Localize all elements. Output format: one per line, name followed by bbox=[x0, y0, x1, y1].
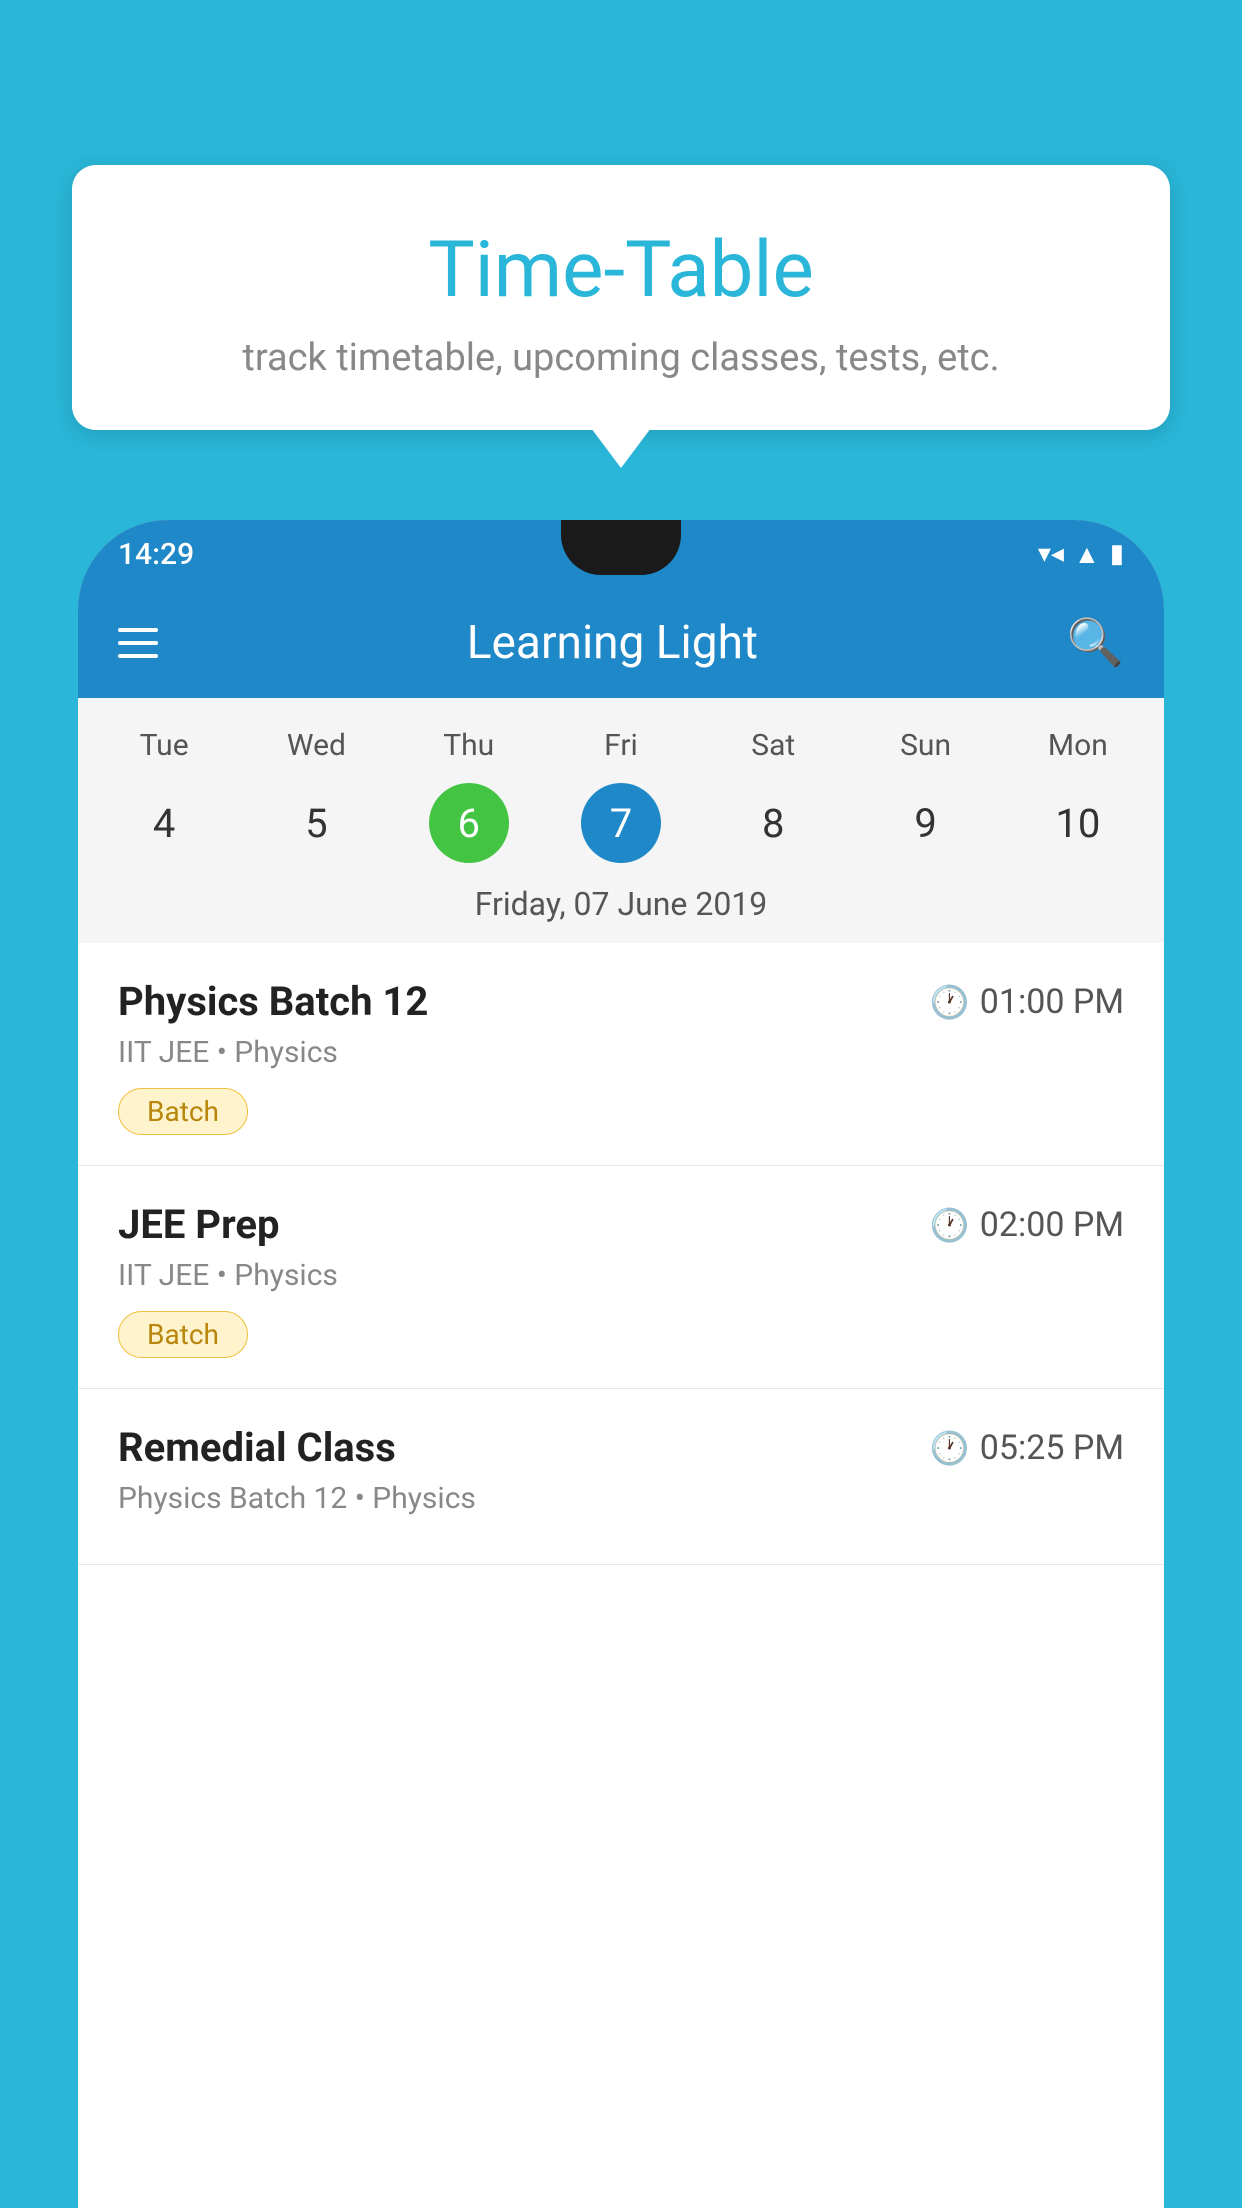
day-5[interactable]: 5 bbox=[276, 783, 356, 863]
wifi-icon: ▾◂ bbox=[1038, 539, 1064, 569]
session-meta-2: IIT JEE • Physics bbox=[118, 1258, 1124, 1293]
clock-icon-3: 🕐 bbox=[930, 1429, 970, 1467]
day-4[interactable]: 4 bbox=[124, 783, 204, 863]
signal-icon: ▲ bbox=[1074, 539, 1100, 570]
session-title-3: Remedial Class bbox=[118, 1424, 396, 1471]
selected-date-label: Friday, 07 June 2019 bbox=[88, 873, 1154, 943]
day-7-selected[interactable]: 7 bbox=[581, 783, 661, 863]
session-meta-3: Physics Batch 12 • Physics bbox=[118, 1481, 1124, 1516]
tooltip-subtitle: track timetable, upcoming classes, tests… bbox=[122, 336, 1120, 380]
search-button[interactable]: 🔍 bbox=[1067, 616, 1124, 670]
tooltip-title: Time-Table bbox=[122, 225, 1120, 316]
calendar-strip: Tue Wed Thu Fri Sat Sun Mon 4 5 6 7 8 9 … bbox=[78, 698, 1164, 943]
session-time-2: 🕐 02:00 PM bbox=[930, 1205, 1124, 1245]
day-header-wed: Wed bbox=[240, 718, 392, 773]
session-time-1: 🕐 01:00 PM bbox=[930, 982, 1124, 1022]
clock-icon-2: 🕐 bbox=[930, 1206, 970, 1244]
session-meta-1: IIT JEE • Physics bbox=[118, 1035, 1124, 1070]
session-card-header-2: JEE Prep 🕐 02:00 PM bbox=[118, 1201, 1124, 1248]
session-card-header-1: Physics Batch 12 🕐 01:00 PM bbox=[118, 978, 1124, 1025]
time-value-1: 01:00 PM bbox=[980, 982, 1124, 1022]
phone-screen: 14:29 ▾◂ ▲ ▮ Learning Light 🔍 Tue bbox=[78, 520, 1164, 2208]
day-header-fri: Fri bbox=[545, 718, 697, 773]
batch-tag-1: Batch bbox=[118, 1088, 248, 1135]
day-headers: Tue Wed Thu Fri Sat Sun Mon bbox=[88, 718, 1154, 773]
time-value-3: 05:25 PM bbox=[980, 1428, 1124, 1468]
content-area[interactable]: Physics Batch 12 🕐 01:00 PM IIT JEE • Ph… bbox=[78, 943, 1164, 2208]
day-6-today[interactable]: 6 bbox=[429, 783, 509, 863]
day-header-tue: Tue bbox=[88, 718, 240, 773]
day-8[interactable]: 8 bbox=[733, 783, 813, 863]
batch-tag-2: Batch bbox=[118, 1311, 248, 1358]
clock-icon-1: 🕐 bbox=[930, 983, 970, 1021]
phone-notch bbox=[561, 520, 681, 575]
day-header-thu: Thu bbox=[393, 718, 545, 773]
status-time: 14:29 bbox=[118, 537, 194, 572]
app-bar: Learning Light 🔍 bbox=[78, 588, 1164, 698]
session-title-1: Physics Batch 12 bbox=[118, 978, 428, 1025]
session-card-2[interactable]: JEE Prep 🕐 02:00 PM IIT JEE • Physics Ba… bbox=[78, 1166, 1164, 1389]
session-time-3: 🕐 05:25 PM bbox=[930, 1428, 1124, 1468]
day-header-sat: Sat bbox=[697, 718, 849, 773]
status-icons: ▾◂ ▲ ▮ bbox=[1038, 539, 1124, 570]
phone-mockup: 14:29 ▾◂ ▲ ▮ Learning Light 🔍 Tue bbox=[78, 520, 1164, 2208]
session-title-2: JEE Prep bbox=[118, 1201, 279, 1248]
time-value-2: 02:00 PM bbox=[980, 1205, 1124, 1245]
tooltip-card: Time-Table track timetable, upcoming cla… bbox=[72, 165, 1170, 430]
session-card-header-3: Remedial Class 🕐 05:25 PM bbox=[118, 1424, 1124, 1471]
session-card-3[interactable]: Remedial Class 🕐 05:25 PM Physics Batch … bbox=[78, 1389, 1164, 1565]
day-9[interactable]: 9 bbox=[886, 783, 966, 863]
day-numbers: 4 5 6 7 8 9 10 bbox=[88, 783, 1154, 863]
app-title: Learning Light bbox=[188, 616, 1037, 670]
day-header-mon: Mon bbox=[1002, 718, 1154, 773]
day-header-sun: Sun bbox=[849, 718, 1001, 773]
day-10[interactable]: 10 bbox=[1038, 783, 1118, 863]
phone-outer: 14:29 ▾◂ ▲ ▮ Learning Light 🔍 Tue bbox=[78, 520, 1164, 2208]
menu-button[interactable] bbox=[118, 628, 158, 658]
session-card-1[interactable]: Physics Batch 12 🕐 01:00 PM IIT JEE • Ph… bbox=[78, 943, 1164, 1166]
battery-icon: ▮ bbox=[1110, 539, 1124, 569]
